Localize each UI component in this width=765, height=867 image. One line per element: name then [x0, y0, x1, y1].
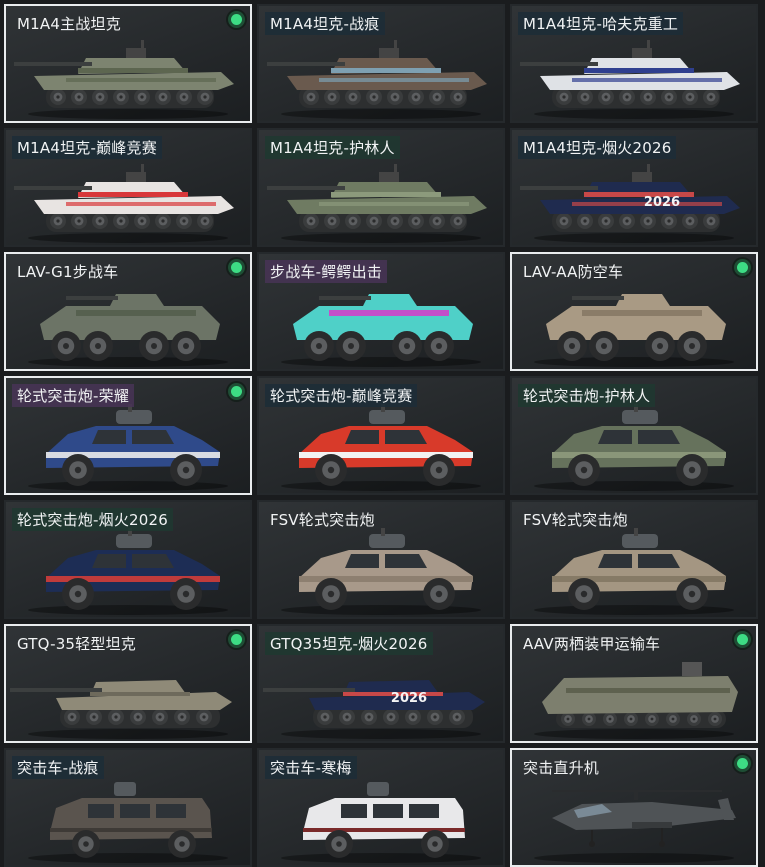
vehicle-card[interactable]: AAV两栖装甲运输车	[510, 624, 758, 743]
vehicle-image	[10, 680, 232, 739]
vehicle-name: M1A4坦克-哈夫克重工	[518, 12, 684, 35]
vehicle-card[interactable]: 轮式突击炮-荣耀	[4, 376, 252, 495]
vehicle-card[interactable]: 2026 GTQ35坦克-烟火2026	[257, 624, 505, 743]
vehicle-name: 轮式突击炮-荣耀	[12, 384, 135, 407]
vehicle-card[interactable]: 突击车-战痕	[4, 748, 252, 867]
vehicle-image	[281, 782, 481, 863]
vehicle-name: M1A4主战坦克	[17, 15, 121, 33]
vehicle-image	[14, 164, 234, 243]
vehicle-card[interactable]: M1A4坦克-战痕	[257, 4, 505, 123]
vehicle-image	[281, 294, 481, 367]
vehicle-image	[534, 528, 734, 615]
vehicle-name: M1A4坦克-护林人	[265, 136, 400, 159]
vehicle-card[interactable]: FSV轮式突击炮	[510, 500, 758, 619]
vehicle-name: M1A4坦克-战痕	[265, 12, 385, 35]
vehicle-image	[281, 404, 481, 491]
vehicle-name: LAV-AA防空车	[523, 263, 624, 281]
vehicle-image	[534, 662, 738, 739]
vehicle-card[interactable]: 2026 M1A4坦克-烟火2026	[510, 128, 758, 247]
vehicle-image	[520, 40, 740, 119]
vehicle-card[interactable]: GTQ-35轻型坦克	[4, 624, 252, 743]
vehicle-card[interactable]: M1A4坦克-巅峰竞赛	[4, 128, 252, 247]
vehicle-image	[281, 528, 481, 615]
vehicle-name: 轮式突击炮-巅峰竞赛	[265, 384, 418, 407]
vehicle-name: 突击直升机	[523, 759, 600, 777]
owned-indicator-icon	[737, 634, 748, 645]
vehicle-card[interactable]: LAV-AA防空车	[510, 252, 758, 371]
owned-indicator-icon	[231, 262, 242, 273]
vehicle-name: AAV两栖装甲运输车	[523, 635, 661, 653]
vehicle-image	[534, 294, 734, 367]
vehicle-name: 突击车-寒梅	[265, 756, 357, 779]
vehicle-image: 2026	[520, 164, 740, 243]
vehicle-name: 步战车-鳄鳄出击	[265, 260, 388, 283]
vehicle-card[interactable]: 轮式突击炮-巅峰竞赛	[257, 376, 505, 495]
vehicle-name: 轮式突击炮-烟火2026	[12, 508, 173, 531]
owned-indicator-icon	[231, 634, 242, 645]
vehicle-card[interactable]: M1A4坦克-护林人	[257, 128, 505, 247]
vehicle-name: 轮式突击炮-护林人	[518, 384, 656, 407]
vehicle-image: 2026	[263, 680, 485, 739]
vehicle-card[interactable]: 步战车-鳄鳄出击	[257, 252, 505, 371]
owned-indicator-icon	[737, 262, 748, 273]
vehicle-name: FSV轮式突击炮	[523, 511, 628, 529]
vehicle-image	[28, 528, 228, 615]
vehicle-name: LAV-G1步战车	[17, 263, 119, 281]
owned-indicator-icon	[231, 386, 242, 397]
vehicle-image	[28, 404, 228, 491]
vehicle-name: GTQ-35轻型坦克	[17, 635, 136, 653]
vehicle-card[interactable]: M1A4坦克-哈夫克重工	[510, 4, 758, 123]
vehicle-card[interactable]: 轮式突击炮-护林人	[510, 376, 758, 495]
vehicle-name: FSV轮式突击炮	[270, 511, 375, 529]
vehicle-name: M1A4坦克-烟火2026	[518, 136, 677, 159]
livery-number: 2026	[644, 195, 680, 210]
vehicle-image	[534, 790, 736, 863]
vehicle-name: 突击车-战痕	[12, 756, 104, 779]
vehicle-card[interactable]: LAV-G1步战车	[4, 252, 252, 371]
vehicle-name: GTQ35坦克-烟火2026	[265, 632, 433, 655]
vehicle-image	[28, 294, 228, 367]
vehicle-image	[534, 404, 734, 491]
vehicle-card[interactable]: 轮式突击炮-烟火2026	[4, 500, 252, 619]
vehicle-card[interactable]: M1A4主战坦克	[4, 4, 252, 123]
vehicle-image	[267, 40, 487, 119]
owned-indicator-icon	[231, 14, 242, 25]
vehicle-image	[14, 40, 234, 119]
vehicle-name: M1A4坦克-巅峰竞赛	[12, 136, 162, 159]
vehicle-card[interactable]: 突击直升机	[510, 748, 758, 867]
vehicle-image	[28, 782, 228, 863]
vehicle-card[interactable]: FSV轮式突击炮	[257, 500, 505, 619]
livery-number: 2026	[391, 691, 427, 706]
vehicle-grid: M1A4主战坦克 M1A4坦克-战痕 M1A4坦克-哈夫克重工 M1A4坦克-巅峰竞赛…	[4, 4, 758, 867]
vehicle-card[interactable]: 突击车-寒梅	[257, 748, 505, 867]
vehicle-image	[267, 164, 487, 243]
owned-indicator-icon	[737, 758, 748, 769]
